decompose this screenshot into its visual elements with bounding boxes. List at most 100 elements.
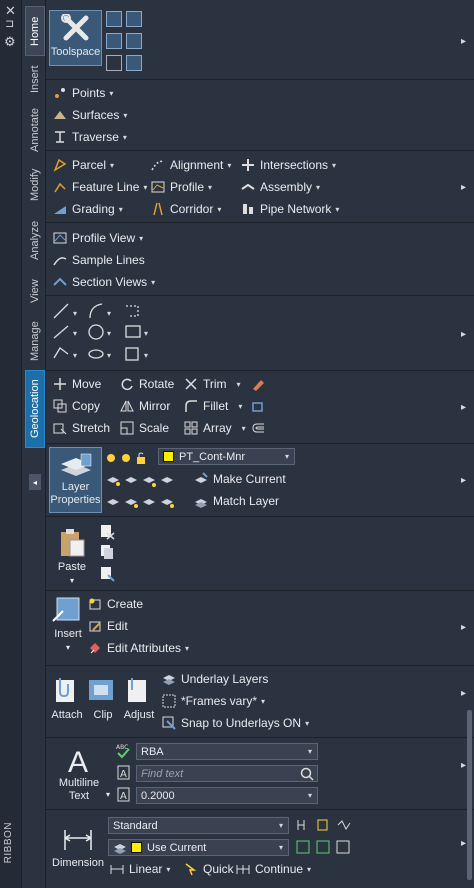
ribbon-scrollbar[interactable] [467,710,472,880]
tab-insert[interactable]: Insert [25,58,45,100]
svg-text:▾: ▾ [107,351,111,360]
panel-more-icon[interactable]: ▸ [461,838,466,849]
layer-dropdown[interactable]: PT_Cont-Mnr ▾ [158,448,295,465]
svg-text:▾: ▾ [73,351,77,360]
grading-icon [53,202,67,216]
panel-clipboard: Paste ▾ [46,517,474,591]
tab-view[interactable]: View [25,270,45,312]
corridor-button[interactable]: Corridor ▾ [151,202,221,216]
section-views-button[interactable]: Section Views ▾ [53,275,155,289]
panel-more-icon[interactable]: ▸ [461,36,466,47]
multiline-text-dropdown-icon[interactable]: ▾ [106,790,110,799]
surfaces-button[interactable]: Surfaces ▾ [53,108,127,122]
linear-dimension-button[interactable]: Linear ▾ [110,862,170,876]
quick-dimension-button[interactable]: Quick [184,862,234,876]
paste-button[interactable]: Paste ▾ [54,528,90,587]
panel-more-icon[interactable]: ▸ [461,760,466,771]
profile-view-button[interactable]: Profile View ▾ [53,231,143,245]
fillet-button[interactable]: Fillet ▾ [184,399,242,413]
scale-button[interactable]: Scale [120,421,169,435]
copy-button[interactable]: Copy [53,399,100,413]
edit-attributes-button[interactable]: Edit Attributes ▾ [88,641,189,655]
clip-button[interactable]: Clip [88,676,118,722]
tab-geolocation[interactable]: Geolocation [25,370,45,448]
panel-more-icon[interactable]: ▸ [461,688,466,699]
panel-layers: Layer Properties PT_Cont-Mnr ▾ Make Curr… [46,444,474,517]
attach-button[interactable]: Attach [50,676,84,722]
pipe-network-button[interactable]: Pipe Network ▾ [241,202,339,216]
underlay-layers-button[interactable]: Underlay Layers [162,672,268,686]
survey-icon[interactable] [106,33,122,49]
edit-block-button[interactable]: Edit [88,619,128,633]
mirror-icon [120,399,134,413]
trim-icon [184,377,198,391]
panel-create-design: Parcel ▾ Alignment ▾ Intersections ▾ Featur… [46,151,474,223]
layer-properties-button[interactable]: Layer Properties [49,447,102,513]
prospector-icon[interactable] [106,11,122,27]
toolspace-button[interactable]: Toolspace [49,10,102,66]
insert-block-icon [52,597,80,622]
section-views-icon [53,275,67,289]
panel-dimension: Dimension Standard ▾ Use Current ▾ Linea… [46,810,474,888]
intersections-button[interactable]: Intersections ▾ [241,158,336,172]
eraser-icon [251,377,265,391]
toolbox-icon[interactable] [126,33,142,49]
dimension-tools-row2-icons [296,840,350,854]
multiline-text-button[interactable]: A Multiline Text [54,744,104,803]
traverse-button[interactable]: Traverse ▾ [53,130,127,144]
array-button[interactable]: Array ▾ [184,421,246,435]
frames-dropdown[interactable]: *Frames vary* ▾ [162,694,265,708]
attach-icon [56,678,74,702]
dimension-layer-dropdown[interactable]: Use Current ▾ [108,839,289,856]
tab-analyze[interactable]: Analyze [25,212,45,268]
dimension-style-dropdown[interactable]: Standard ▾ [108,817,289,834]
parcel-button[interactable]: Parcel ▾ [53,158,114,172]
panel-more-icon[interactable]: ▸ [461,182,466,193]
search-icon[interactable] [300,767,314,781]
trim-button[interactable]: Trim ▾ [184,377,241,391]
profile-button[interactable]: Profile ▾ [151,180,212,194]
make-current-button[interactable]: Make Current [194,472,286,486]
text-style-dropdown[interactable]: RBA ▾ [136,743,318,760]
grading-button[interactable]: Grading ▾ [53,202,123,216]
move-button[interactable]: Move [53,377,101,391]
sample-lines-button[interactable]: Sample Lines [53,253,145,267]
panel-more-icon[interactable]: ▸ [461,402,466,413]
panel-more-icon[interactable]: ▸ [461,475,466,486]
offset-button[interactable] [251,421,270,435]
gear-icon[interactable]: ⚙ [4,34,16,50]
panel-more-icon[interactable]: ▸ [461,329,466,340]
settings-icon[interactable] [126,11,142,27]
explode-button[interactable] [251,399,270,413]
rotate-button[interactable]: Rotate [120,377,174,391]
snap-underlays-dropdown[interactable]: Snap to Underlays ON ▾ [162,716,309,730]
match-layer-button[interactable]: Match Layer [194,494,279,508]
find-text-input[interactable]: Find text [136,765,318,782]
adjust-button[interactable]: Adjust [122,676,156,722]
feature-line-button[interactable]: Feature Line ▾ [53,180,147,194]
dimension-button[interactable]: Dimension [50,824,106,870]
stretch-button[interactable]: Stretch [53,421,110,435]
layer-state-icons [107,452,145,464]
panel-more-icon[interactable]: ▸ [461,622,466,633]
tab-manage[interactable]: Manage [25,314,45,368]
text-height-dropdown[interactable]: 0.2000 ▾ [136,787,318,804]
copy-icon [53,399,67,413]
continue-dimension-button[interactable]: Continue ▾ [236,862,311,876]
points-button[interactable]: Points ▾ [53,86,113,100]
building-icon[interactable] [106,55,122,71]
insert-button[interactable]: Insert ▾ [50,595,86,654]
create-block-button[interactable]: Create [88,597,143,611]
properties-icon[interactable] [126,55,142,71]
panel-reference: Attach Clip Adjust Underlay Layers *Fram… [46,666,474,738]
parcel-icon [53,158,67,172]
assembly-button[interactable]: Assembly ▾ [241,180,320,194]
mirror-button[interactable]: Mirror [120,399,170,413]
tab-home[interactable]: Home [25,6,45,56]
erase-button[interactable] [251,377,270,391]
alignment-button[interactable]: Alignment ▾ [151,158,231,172]
tab-modify[interactable]: Modify [25,160,45,210]
tab-annotate[interactable]: Annotate [25,102,45,158]
expand-tabs-button[interactable]: ◂ [29,474,41,490]
dock-icon[interactable]: ⊐ [5,17,14,30]
